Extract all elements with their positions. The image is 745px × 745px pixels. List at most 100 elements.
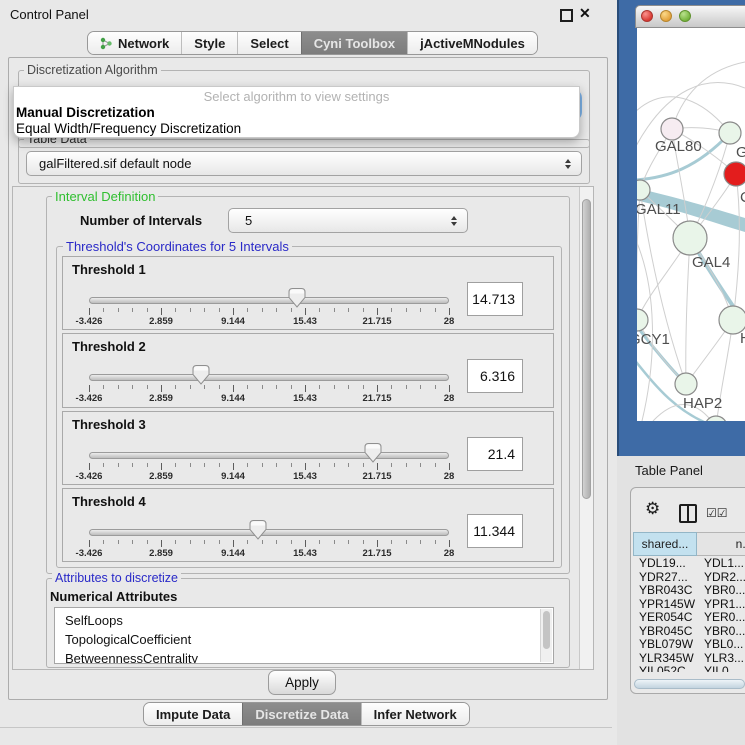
number-of-intervals-spinner[interactable]: 5: [228, 208, 468, 233]
tab-jactivemnodules[interactable]: jActiveMNodules: [407, 32, 537, 54]
tick-label: 9.144: [203, 316, 263, 327]
column-header-name[interactable]: n...: [697, 532, 745, 556]
network-node-gal80[interactable]: [661, 118, 683, 140]
tab-impute-data[interactable]: Impute Data: [144, 703, 242, 725]
select-columns-icon[interactable]: ☑☑: [706, 506, 728, 520]
close-traffic-light-icon[interactable]: [641, 10, 653, 22]
threshold-row: Threshold 2 -3.4262.8599.14415.4321.7152…: [62, 333, 554, 407]
close-icon[interactable]: ✕: [579, 5, 591, 22]
attribute-item-topologicalcoefficient[interactable]: TopologicalCoefficient: [55, 630, 553, 649]
horizontal-scrollbar[interactable]: [634, 679, 745, 689]
tick-mark: [219, 540, 220, 544]
edge: [686, 238, 690, 384]
tab-discretize-data[interactable]: Discretize Data: [242, 703, 360, 725]
tick-mark: [363, 308, 364, 312]
tick-mark: [103, 540, 104, 544]
tick-label: -3.426: [59, 471, 119, 482]
tick-mark: [204, 540, 205, 544]
network-node-hap2[interactable]: [675, 373, 697, 395]
tab-label: Style: [194, 36, 225, 51]
table-row[interactable]: YBL079WYBL0...: [633, 638, 745, 652]
network-node-c[interactable]: [724, 162, 745, 186]
tick-mark: [219, 385, 220, 389]
table-row[interactable]: YLR345WYLR3...: [633, 652, 745, 666]
tick-mark: [219, 308, 220, 312]
tab-cyni-toolbox[interactable]: Cyni Toolbox: [301, 32, 407, 54]
tick-mark: [391, 540, 392, 544]
table-row[interactable]: YBR043CYBR0...: [633, 584, 745, 598]
column-header-shared-name[interactable]: shared...: [633, 532, 697, 556]
numerical-attributes-list[interactable]: SelfLoopsTopologicalCoefficientBetweenne…: [54, 607, 554, 664]
table-rows: YDL19...YDL1...YDR27...YDR2...YBR043CYBR…: [633, 557, 745, 672]
tab-network[interactable]: Network: [88, 32, 181, 54]
network-node-ga[interactable]: [719, 122, 741, 144]
network-node-gal4[interactable]: [673, 221, 707, 255]
float-window-icon[interactable]: [560, 9, 573, 22]
column-layout-icon[interactable]: [679, 504, 697, 523]
tick-mark: [435, 385, 436, 389]
table-row[interactable]: YDR27...YDR2...: [633, 571, 745, 585]
table-row[interactable]: YBR045CYBR0...: [633, 625, 745, 639]
table-cell: YDL19...: [633, 557, 697, 571]
tick-label: 15.43: [275, 393, 335, 404]
table-row[interactable]: YER054CYER0...: [633, 611, 745, 625]
table-cell: YIL0...: [697, 665, 745, 672]
top-tab-bar: Network Style SelectCyni ToolboxjActiveMNo…: [87, 31, 538, 55]
tick-mark: [377, 540, 378, 547]
tick-mark: [247, 540, 248, 544]
tick-mark: [89, 540, 90, 547]
slider-thumb[interactable]: [364, 443, 382, 463]
slider-thumb[interactable]: [192, 365, 210, 385]
tick-label: -3.426: [59, 548, 119, 559]
network-node-gcy1[interactable]: [637, 309, 648, 331]
popup-option-equal-width-frequency-discretization[interactable]: Equal Width/Frequency Discretization: [14, 121, 579, 137]
network-graph: GAL80GACGAL11GAL4GCY1HHAP2: [637, 28, 745, 421]
attribute-item-betweennesscentrality[interactable]: BetweennessCentrality: [55, 649, 553, 664]
tick-mark: [334, 385, 335, 389]
tick-mark: [262, 540, 263, 544]
tab-infer-network[interactable]: Infer Network: [361, 703, 469, 725]
network-node-label: GAL80: [655, 138, 702, 155]
tick-label: 28: [419, 548, 479, 559]
tick-label: 21.715: [347, 316, 407, 327]
table-row[interactable]: YIL052CYIL0...: [633, 665, 745, 672]
zoom-traffic-light-icon[interactable]: [679, 10, 691, 22]
tab-select[interactable]: Select: [237, 32, 300, 54]
edge: [733, 174, 739, 320]
tick-mark: [190, 463, 191, 467]
slider-thumb[interactable]: [249, 520, 267, 540]
minimize-traffic-light-icon[interactable]: [660, 10, 672, 22]
list-scrollbar[interactable]: [540, 609, 552, 662]
tick-mark: [305, 463, 306, 470]
table-row[interactable]: YPR145WYPR1...: [633, 598, 745, 612]
tick-mark: [161, 463, 162, 470]
apply-button[interactable]: Apply: [268, 670, 336, 695]
tick-label: 15.43: [275, 548, 335, 559]
table-row[interactable]: YDL19...YDL1...: [633, 557, 745, 571]
tick-mark: [247, 463, 248, 467]
network-canvas[interactable]: GAL80GACGAL11GAL4GCY1HHAP2: [637, 28, 745, 421]
tick-label: 2.859: [131, 316, 191, 327]
table-data-combobox[interactable]: galFiltered.sif default node: [26, 151, 582, 176]
number-of-intervals-value: 5: [245, 213, 252, 228]
threshold-value[interactable]: 11.344: [467, 514, 523, 548]
table-cell: YBR0...: [697, 625, 745, 639]
tick-mark: [175, 308, 176, 312]
tick-mark: [334, 463, 335, 467]
tick-mark: [276, 308, 277, 312]
slider-thumb[interactable]: [288, 288, 306, 308]
threshold-value[interactable]: 21.4: [467, 437, 523, 471]
scrollbar-thumb[interactable]: [582, 199, 591, 499]
tick-mark: [435, 308, 436, 312]
gear-icon[interactable]: ⚙: [645, 500, 660, 517]
tab-style[interactable]: Style: [181, 32, 237, 54]
vertical-scrollbar[interactable]: [579, 187, 593, 669]
tick-mark: [233, 385, 234, 392]
threshold-value[interactable]: 6.316: [467, 359, 523, 393]
popup-option-manual-discretization[interactable]: Manual Discretization: [14, 105, 579, 121]
threshold-value[interactable]: 14.713: [467, 282, 523, 316]
list-scrollbar-thumb[interactable]: [543, 611, 550, 649]
attribute-item-selfloops[interactable]: SelfLoops: [55, 611, 553, 630]
table-cell: YBR045C: [633, 625, 697, 639]
network-node-label: H: [740, 330, 745, 347]
